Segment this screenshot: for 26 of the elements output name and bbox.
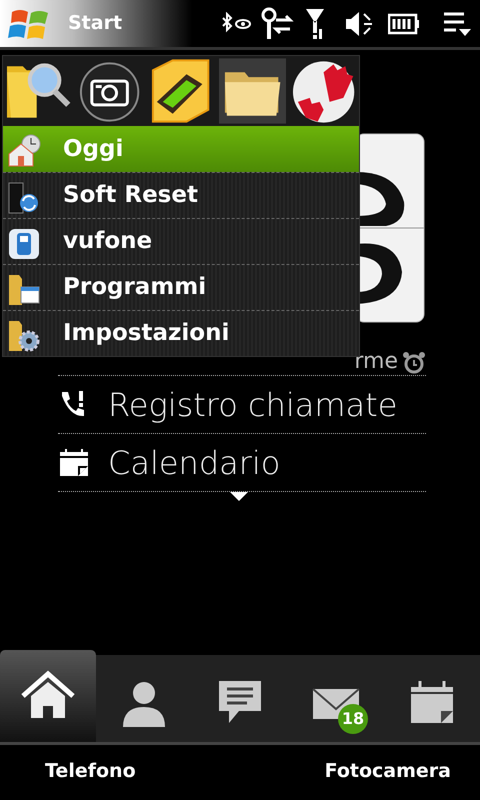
menu-item[interactable]: vufone — [3, 218, 359, 264]
data-connection-icon[interactable] — [260, 6, 294, 40]
menu-item[interactable]: Programmi — [3, 264, 359, 310]
menu-item[interactable]: Soft Reset — [3, 172, 359, 218]
home-icon — [7, 134, 41, 168]
tab[interactable] — [0, 650, 96, 742]
menu-icon[interactable] — [442, 10, 472, 38]
folder-gear-icon — [7, 319, 41, 353]
call-log-link[interactable]: Registro chiamate — [108, 380, 398, 428]
left-softkey[interactable]: Telefono — [45, 757, 136, 786]
signal-icon[interactable] — [304, 6, 326, 40]
folder-window-icon — [7, 273, 41, 307]
reset-icon — [7, 181, 41, 215]
calendar-icon — [58, 446, 90, 478]
tab[interactable]: 18 — [288, 664, 384, 742]
count-badge: 18 — [338, 704, 368, 734]
speaker-icon[interactable] — [344, 10, 374, 38]
menu-item[interactable]: Impostazioni — [3, 310, 359, 356]
calendar-link[interactable]: Calendario — [108, 438, 280, 486]
more-caret-icon[interactable] — [230, 492, 248, 502]
folder-icon[interactable] — [218, 58, 286, 124]
phone-app-icon — [7, 227, 41, 261]
title: Start — [68, 11, 122, 36]
right-softkey[interactable]: Fotocamera — [324, 757, 451, 786]
alarm-icon — [402, 351, 426, 375]
battery-icon[interactable] — [388, 12, 420, 34]
